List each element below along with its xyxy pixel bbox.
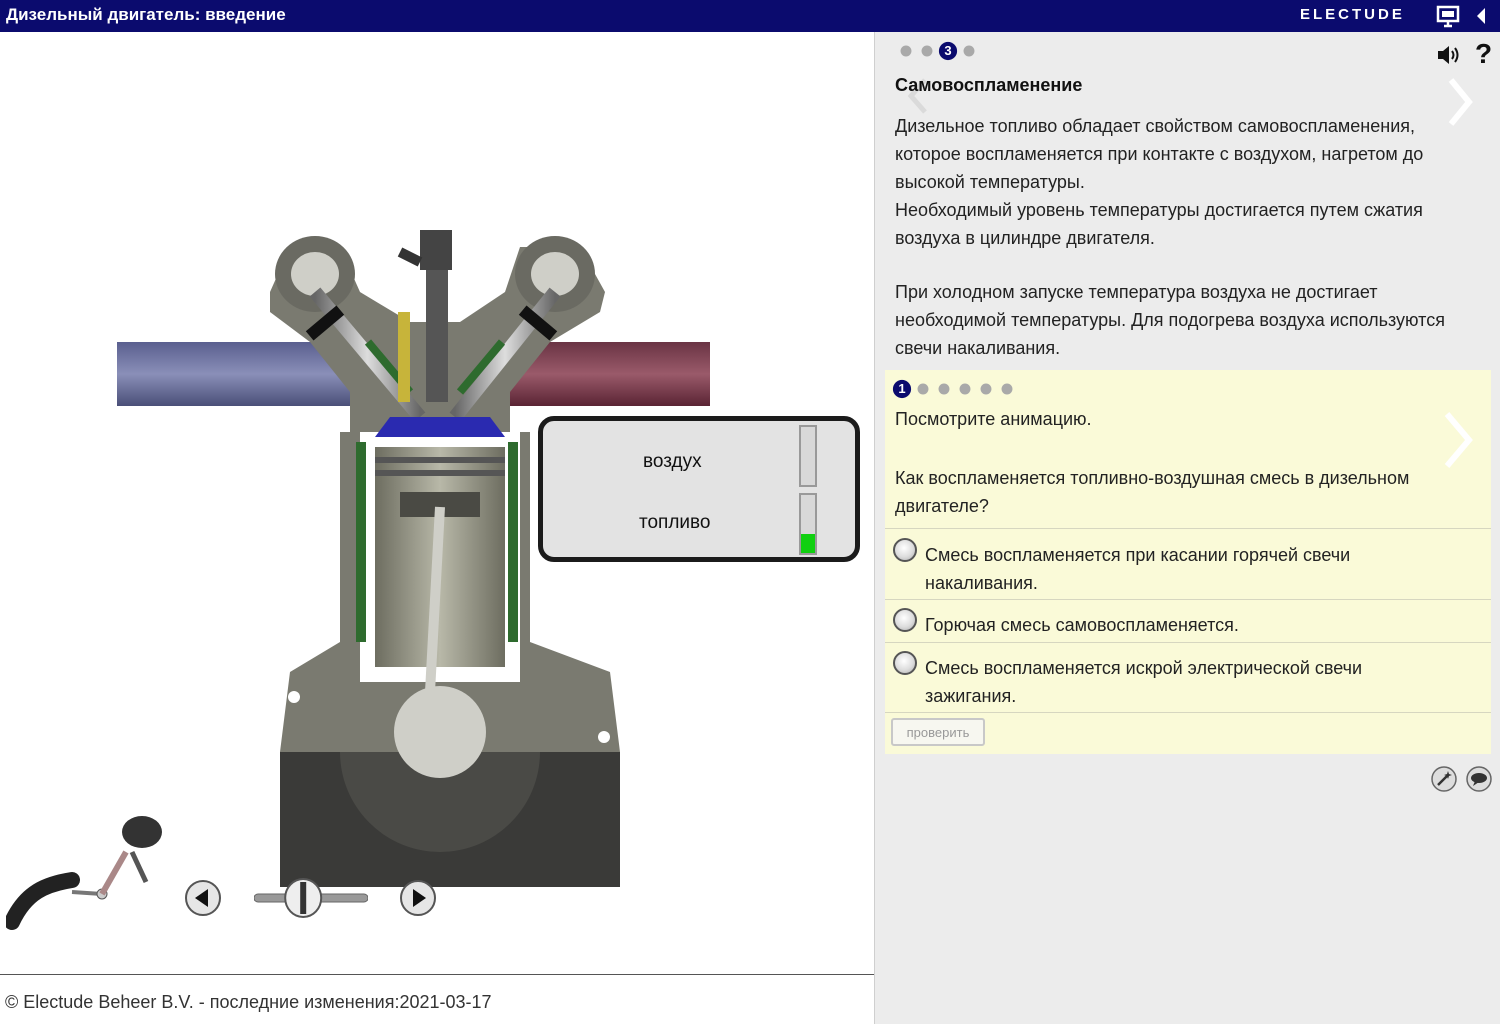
radio-button[interactable] bbox=[893, 651, 917, 675]
quiz-dot-3[interactable] bbox=[938, 383, 950, 395]
quiz-box: 1 Посмотрите анимацию. Как воспламеняетс… bbox=[885, 370, 1491, 754]
brand-logo: ELECTUDE bbox=[1300, 6, 1405, 23]
page-dot-4[interactable] bbox=[963, 45, 975, 57]
radio-button[interactable] bbox=[893, 608, 917, 632]
accelerator-pedal-icon[interactable] bbox=[6, 812, 170, 932]
fuel-level-bar bbox=[799, 493, 817, 555]
paragraph-line: Необходимый уровень температуры достигае… bbox=[895, 200, 1423, 248]
page-navigation-dots: 3 bbox=[899, 41, 976, 61]
comment-icon[interactable] bbox=[1466, 766, 1492, 792]
step-forward-button[interactable] bbox=[399, 879, 437, 917]
answer-label: Смесь воспламеняется искрой электрическо… bbox=[925, 658, 1363, 706]
quiz-divider bbox=[885, 528, 1491, 529]
presentation-screen-icon[interactable] bbox=[1436, 4, 1460, 28]
page-dot-3[interactable]: 3 bbox=[938, 41, 958, 61]
quiz-dot-5[interactable] bbox=[980, 383, 992, 395]
section-title: Самовоспламенение bbox=[895, 75, 1083, 95]
quiz-divider bbox=[885, 642, 1491, 643]
air-level-label: воздух bbox=[643, 451, 702, 472]
quiz-divider bbox=[885, 712, 1491, 713]
quiz-instruction: Посмотрите анимацию. bbox=[895, 409, 1092, 429]
quiz-question-dots: 1 bbox=[892, 379, 1014, 399]
lesson-panel: 3 ? Самовоспламенение Дизельное топливо … bbox=[874, 32, 1500, 1024]
step-back-button[interactable] bbox=[184, 879, 222, 917]
quiz-dot-1[interactable]: 1 bbox=[892, 379, 912, 399]
quiz-divider bbox=[885, 599, 1491, 600]
title-bar: Дизельный двигатель: введение ELECTUDE bbox=[0, 0, 1500, 32]
radio-button[interactable] bbox=[893, 538, 917, 562]
level-indicator-box: воздух топливо bbox=[538, 416, 860, 562]
collapse-arrow-icon[interactable] bbox=[1474, 6, 1488, 26]
magic-wand-icon[interactable] bbox=[1431, 766, 1457, 792]
paragraph-line: Дизельное топливо обладает свойством сам… bbox=[895, 116, 1424, 192]
speaker-icon[interactable] bbox=[1435, 42, 1461, 68]
answer-option-1[interactable]: Смесь воспламеняется при касании горячей… bbox=[893, 534, 1483, 600]
check-answer-button[interactable]: проверить bbox=[891, 718, 985, 746]
answer-option-3[interactable]: Смесь воспламеняется искрой электрическо… bbox=[893, 647, 1483, 713]
footer-divider bbox=[0, 974, 874, 975]
answer-label: Смесь воспламеняется при касании горячей… bbox=[925, 545, 1351, 593]
help-icon[interactable]: ? bbox=[1475, 38, 1492, 70]
fuel-level-label: топливо bbox=[639, 512, 711, 533]
next-question-icon[interactable] bbox=[1441, 410, 1475, 470]
quiz-dot-2[interactable] bbox=[917, 383, 929, 395]
page-dot-1[interactable] bbox=[900, 45, 912, 57]
fuel-level-fill bbox=[801, 534, 815, 553]
animation-panel: воздух топливо © Electude Beheer B.V. - … bbox=[0, 32, 874, 1024]
quiz-dot-4[interactable] bbox=[959, 383, 971, 395]
slider-knob[interactable] bbox=[284, 878, 323, 918]
quiz-dot-6[interactable] bbox=[1001, 383, 1013, 395]
lesson-title: Дизельный двигатель: введение bbox=[6, 5, 286, 24]
answer-option-2[interactable]: Горючая смесь самовоспламеняется. bbox=[893, 604, 1483, 642]
section-paragraph-2: При холодном запуске температура воздуха… bbox=[895, 282, 1445, 358]
animation-speed-slider[interactable] bbox=[254, 878, 368, 918]
quiz-question: Как воспламеняется топливно-воздушная см… bbox=[895, 468, 1410, 516]
air-level-bar bbox=[799, 425, 817, 487]
page-dot-2[interactable] bbox=[921, 45, 933, 57]
section-paragraph-1: Дизельное топливо обладает свойством сам… bbox=[895, 112, 1485, 252]
answer-label: Горючая смесь самовоспламеняется. bbox=[925, 615, 1239, 635]
copyright-text: © Electude Beheer B.V. - последние измен… bbox=[5, 992, 492, 1012]
